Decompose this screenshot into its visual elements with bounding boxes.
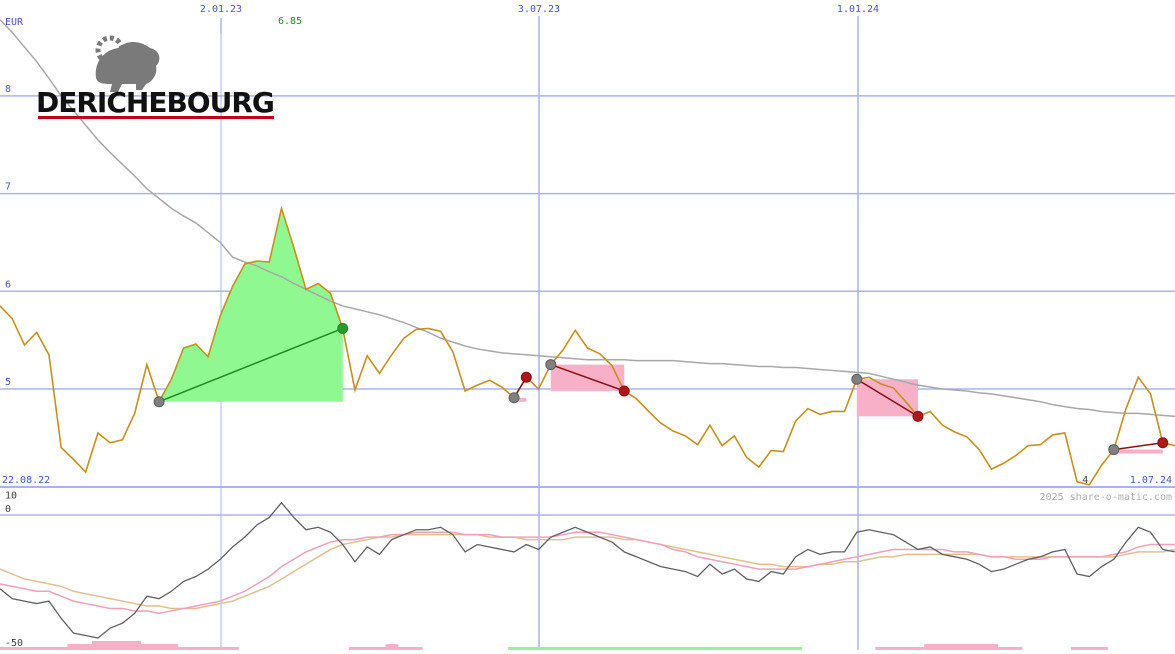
histogram-bar [79,644,93,650]
company-name: DERICHEBOURG [36,86,274,119]
histogram-bar [140,644,154,650]
histogram-bar [973,644,986,650]
x-tick-label: 3.07.23 [518,4,560,15]
chart-stage: 8 7 6 5 2.01.23 3.07.23 1.01.24 EUR 22.08.22 1.07… [0,0,1175,650]
y-tick-label: 5 [5,377,11,388]
histogram-bar [165,644,178,650]
logo-underline [38,116,274,119]
oscillator-tick-label: 0 [5,504,11,515]
histogram-bar [91,641,105,650]
histogram-bar [67,644,80,650]
signal-entry-marker [545,359,557,371]
watermark: 2025 share-o-matic.com [1040,492,1172,503]
signal-exit-marker [1157,437,1169,449]
x-end-label: 1.07.24 [1130,475,1172,486]
signal-exit-marker [520,371,532,383]
histogram-bar [960,644,974,650]
signal-exit-marker [337,322,349,334]
stock-chart: 8 7 6 5 2.01.23 3.07.23 1.01.24 EUR 22.08.22 1.07… [0,0,1175,650]
histogram-bar [116,641,129,650]
histogram-bar [104,641,117,650]
histogram-bar [924,644,937,650]
histogram-bar [985,644,998,650]
signal-exit-marker [912,410,924,422]
signal-entry-marker [153,396,165,408]
histogram-bar [153,644,166,650]
sell-signal-area [1113,449,1163,454]
signal-exit-marker [618,385,630,397]
oscillator-tick-label: -50 [5,638,23,649]
oscillator-tick-label: 10 [5,490,17,501]
histogram-bar [128,641,142,650]
signal-entry-marker [851,373,863,385]
x-tick-label: 1.01.24 [837,4,879,15]
y-tick-label: 8 [5,84,11,95]
y-tick-label: 7 [5,182,11,193]
histogram-bar [385,644,399,650]
currency-label: EUR [5,17,24,28]
signal-entry-marker [1108,444,1120,456]
x-start-label: 22.08.22 [2,475,50,486]
signal-entry-marker [508,392,520,404]
y-tick-label: 6 [5,279,11,290]
x-tick-label: 2.01.23 [200,4,242,15]
histogram-bar [936,644,950,650]
max-price-label: 6.85 [278,16,302,27]
histogram-bar [948,644,962,650]
min-price-label: 4 [1082,475,1088,486]
